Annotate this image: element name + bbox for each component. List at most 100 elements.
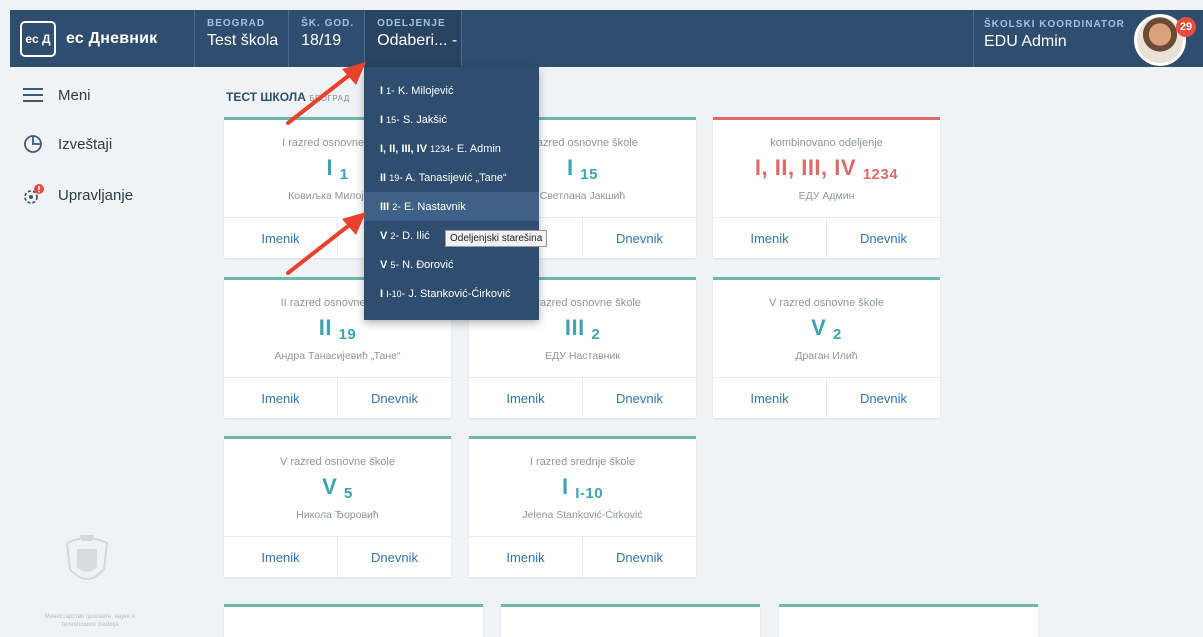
grade-text: I, II, III, IV: [754, 155, 857, 180]
imenik-link[interactable]: Imenik: [469, 378, 582, 418]
school-name: Test škola: [207, 32, 279, 49]
class-card: V razred osnovne škole V 5 Никола Ђорови…: [224, 436, 451, 577]
gears-icon: [22, 184, 44, 206]
item-teacher: - D. Ilić: [395, 229, 430, 242]
class-type: kombinovano odeljenje: [770, 137, 883, 149]
role-label: ŠKOLSKI KOORDINATOR: [984, 19, 1125, 30]
item-grade: I: [380, 84, 384, 97]
top-bar: ec Д ес Дневник BEOGRAD Test škola ŠK. G…: [10, 10, 1203, 67]
imenik-link[interactable]: Imenik: [713, 378, 826, 418]
dnevnik-link[interactable]: Dnevnik: [582, 218, 696, 258]
section-text: 15: [580, 166, 598, 183]
sidebar-item-izvestaji[interactable]: Izveštaji: [10, 120, 112, 168]
dropdown-item[interactable]: I 15 - S. Jakšić: [364, 105, 539, 134]
city-label: BEOGRAD: [207, 18, 266, 29]
class-card: V razred osnovne škole V 2 Драган Илић I…: [713, 277, 940, 418]
user-name: EDU Admin: [984, 33, 1067, 50]
bottom-card: [501, 604, 760, 637]
section-text: 2: [832, 326, 842, 343]
item-grade: III: [380, 200, 390, 213]
user-info[interactable]: ŠKOLSKI KOORDINATOR EDU Admin: [973, 10, 1133, 67]
imenik-link[interactable]: Imenik: [224, 218, 337, 258]
dropdown-item[interactable]: I I-10 - J. Stanković-Ćirković: [364, 279, 539, 308]
class-label[interactable]: I I-10: [469, 474, 696, 502]
class-card: I razred srednje škole I I-10 Jelena Sta…: [469, 436, 696, 577]
class-teacher: Никола Ђоровић: [296, 509, 379, 521]
grade-text: V: [811, 315, 827, 340]
grade-text: I: [326, 155, 334, 180]
notification-badge[interactable]: 29: [1176, 17, 1196, 37]
section-text: 1234: [862, 166, 899, 183]
dnevnik-link[interactable]: Dnevnik: [582, 378, 696, 418]
bottom-card: [224, 604, 483, 637]
class-type: V razred osnovne škole: [280, 456, 395, 468]
dropdown-item[interactable]: V 5 - N. Đorović: [364, 250, 539, 279]
class-type: I razred srednje škole: [529, 456, 636, 468]
school-title: ТЕСТ ШКОЛА БЕОГРАД: [226, 90, 350, 104]
imenik-link[interactable]: Imenik: [224, 378, 337, 418]
bottom-card: [779, 604, 1038, 637]
school-year-selector[interactable]: ŠK. GOD. 18/19: [289, 10, 366, 67]
brand-name: ес Дневник: [66, 29, 158, 47]
imenik-link[interactable]: Imenik: [224, 537, 337, 577]
school-selector[interactable]: BEOGRAD Test škola: [195, 10, 290, 67]
hamburger-icon: [22, 84, 44, 106]
sidebar-item-meni[interactable]: Meni: [10, 71, 91, 119]
section-text: 1: [339, 166, 349, 183]
class-label[interactable]: V 2: [713, 315, 940, 343]
sidebar-item-label: Izveštaji: [58, 135, 113, 153]
section-text: 5: [343, 485, 353, 502]
brand[interactable]: ec Д ес Дневник: [10, 10, 195, 67]
sidebar-item-label: Meni: [58, 86, 91, 104]
class-label[interactable]: I, II, III, IV 1234: [713, 155, 940, 183]
class-card-combined: kombinovano odeljenje I, II, III, IV 123…: [713, 117, 940, 258]
grade-text: I: [561, 474, 569, 499]
dropdown-item[interactable]: I, II, III, IV 1234 - E. Admin: [364, 134, 539, 163]
item-grade: V: [380, 229, 388, 242]
year-label: ŠK. GOD.: [301, 18, 355, 29]
sidebar: Meni Izveštaji Upravljanje Министарство …: [10, 67, 200, 637]
brand-logo-icon: ec Д: [20, 20, 56, 57]
class-label[interactable]: V 5: [224, 474, 451, 502]
item-teacher: - S. Jakšić: [396, 113, 447, 126]
item-teacher: - J. Stanković-Ćirković: [401, 287, 511, 300]
dropdown-item-highlighted[interactable]: III 2 - E. Nastavnik: [364, 192, 539, 221]
item-section: 1234: [430, 143, 451, 154]
tooltip: Odeljenjski starešina: [445, 230, 548, 247]
school-title-text: ТЕСТ ШКОЛА: [226, 90, 306, 104]
brand-logo-text: ec Д: [25, 31, 51, 46]
item-teacher: - E. Nastavnik: [397, 200, 466, 213]
class-label: ODELJENJE: [377, 18, 446, 29]
dnevnik-link[interactable]: Dnevnik: [337, 537, 451, 577]
imenik-link[interactable]: Imenik: [469, 537, 582, 577]
year-value: 18/19: [301, 32, 342, 49]
pie-chart-icon: [22, 133, 44, 155]
ministry-text: Министарство просвете, науке и технолошк…: [44, 614, 136, 628]
section-text: I-10: [575, 485, 604, 502]
item-grade: I: [380, 113, 384, 126]
grade-text: I: [567, 155, 574, 180]
class-teacher: ЕДУ Админ: [798, 190, 855, 202]
class-value: Odaberi... -: [377, 32, 458, 49]
sidebar-item-upravljanje[interactable]: Upravljanje: [10, 171, 133, 219]
class-selector[interactable]: ODELJENJE Odaberi... -: [365, 10, 463, 67]
item-section: 15: [386, 114, 397, 125]
dnevnik-link[interactable]: Dnevnik: [826, 218, 940, 258]
dropdown-item[interactable]: II 19 - A. Tanasijević „Tane“: [364, 163, 539, 192]
item-section: I-10: [386, 288, 402, 299]
imenik-link[interactable]: Imenik: [713, 218, 826, 258]
sidebar-item-label: Upravljanje: [58, 186, 134, 204]
dnevnik-link[interactable]: Dnevnik: [337, 378, 451, 418]
section-text: 19: [338, 326, 357, 343]
grade-text: V: [322, 474, 338, 499]
class-type: V razred osnovne škole: [769, 297, 884, 309]
class-teacher: Андра Танасијевић „Тане“: [274, 350, 401, 362]
dnevnik-link[interactable]: Dnevnik: [582, 537, 696, 577]
class-dropdown: I 1 - K. Milojević I 15 - S. Jakšić I, I…: [364, 67, 539, 320]
item-teacher: - K. Milojević: [391, 84, 454, 97]
item-section: 19: [389, 172, 400, 183]
item-grade: I: [380, 287, 384, 300]
item-teacher: - A. Tanasijević „Tane“: [399, 171, 507, 184]
dropdown-item[interactable]: I 1 - K. Milojević: [364, 76, 539, 105]
dnevnik-link[interactable]: Dnevnik: [826, 378, 940, 418]
